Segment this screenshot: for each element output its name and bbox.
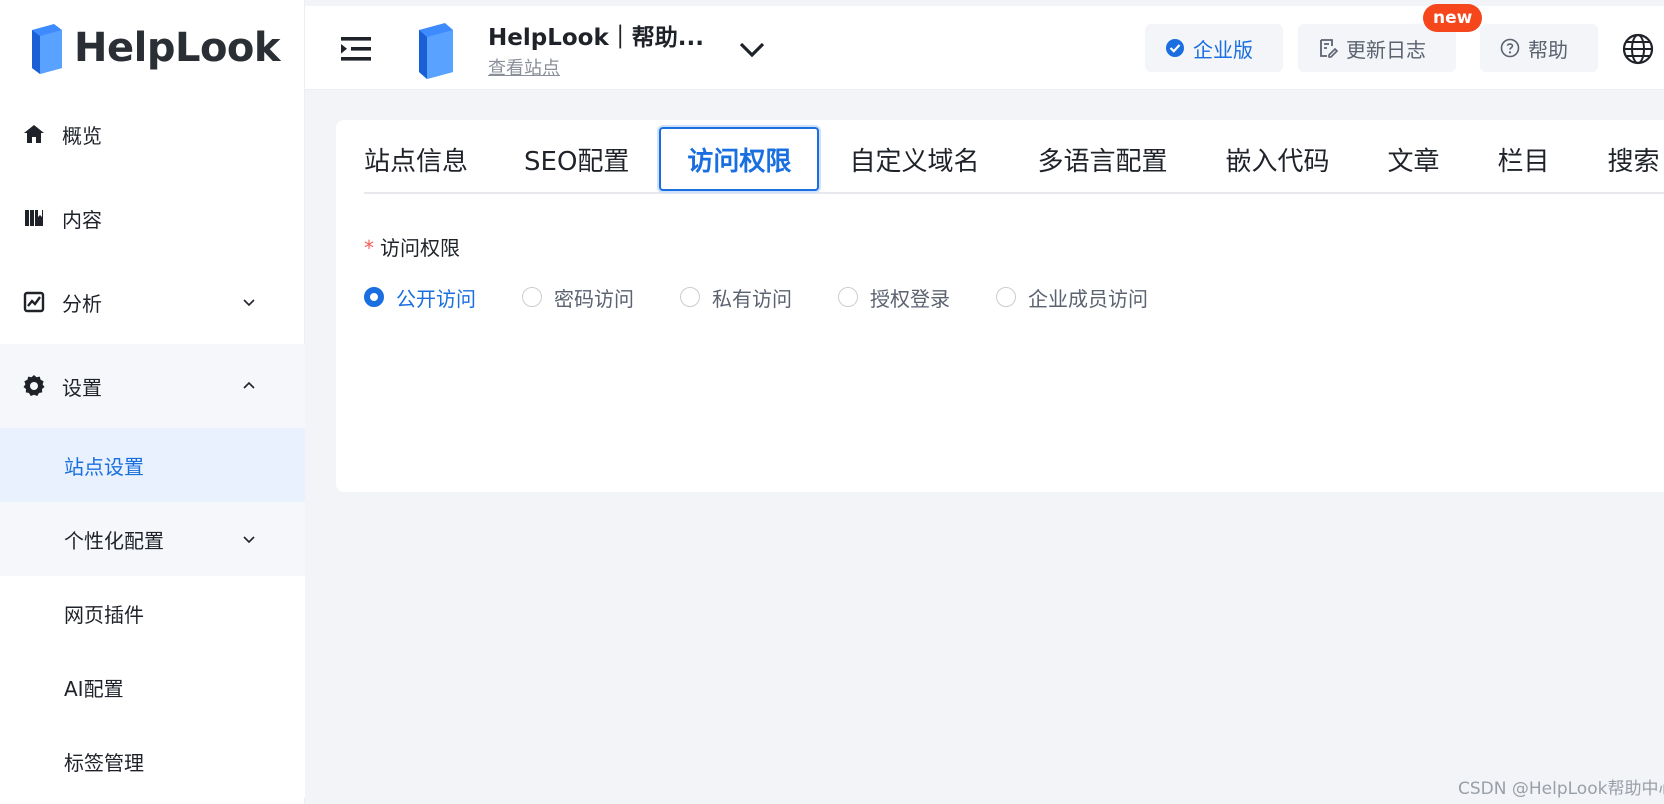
sidebar-item-analytics[interactable]: 分析 — [0, 260, 305, 344]
enterprise-button[interactable]: 企业版 — [1145, 24, 1283, 72]
tab-search[interactable]: 搜索 — [1608, 127, 1660, 191]
tab-columns[interactable]: 栏目 — [1498, 127, 1550, 191]
help-label: 帮助 — [1528, 37, 1568, 62]
radio-label: 公开访问 — [396, 286, 476, 311]
gear-icon — [22, 374, 46, 398]
radio-unchecked-icon — [838, 287, 858, 307]
sidebar-item-content[interactable]: 内容 — [0, 176, 305, 260]
sidebar-item-settings[interactable]: 设置 — [0, 344, 305, 428]
tab-articles[interactable]: 文章 — [1387, 127, 1439, 191]
check-circle-icon — [1166, 39, 1184, 57]
radio-label: 授权登录 — [870, 286, 950, 311]
sidebar-subitem-site-settings[interactable]: 站点设置 — [0, 428, 305, 502]
brand-name: HelpLook — [74, 25, 281, 71]
access-permission-text: 访问权限 — [380, 236, 460, 260]
watermark-text: CSDN @HelpLook帮助中心 — [1458, 779, 1664, 799]
tab-site-info[interactable]: 站点信息 — [364, 127, 468, 191]
chevron-down-icon — [243, 299, 255, 307]
chart-icon — [22, 290, 46, 314]
required-mark: * — [364, 236, 374, 260]
sidebar: HelpLook 概览 内容 分析 设置 站点设置 个性化配置 网页插件 AI配… — [0, 0, 305, 804]
chevron-up-icon — [243, 381, 255, 389]
tab-multi-language[interactable]: 多语言配置 — [1037, 127, 1167, 191]
sidebar-item-label: 内容 — [62, 207, 102, 232]
app-window: HelpLook 概览 内容 分析 设置 站点设置 个性化配置 网页插件 AI配… — [0, 0, 1664, 804]
view-site-link[interactable]: 查看站点 — [488, 54, 560, 80]
sidebar-subitem-label: AI配置 — [64, 676, 124, 701]
document-edit-icon — [1320, 39, 1338, 58]
sidebar-subitem-label: 标签管理 — [64, 750, 144, 775]
radio-authorized-login[interactable]: 授权登录 — [838, 283, 950, 312]
radio-unchecked-icon — [996, 287, 1016, 307]
sidebar-item-label: 概览 — [62, 123, 102, 148]
tab-embed-code[interactable]: 嵌入代码 — [1225, 127, 1329, 191]
radio-public-access[interactable]: 公开访问 — [364, 283, 476, 312]
sidebar-subitem-ai-config[interactable]: AI配置 — [0, 650, 305, 724]
chevron-down-icon — [243, 536, 255, 544]
settings-card: 站点信息 SEO配置 访问权限 自定义域名 多语言配置 嵌入代码 文章 栏目 搜… — [336, 120, 1664, 492]
radio-unchecked-icon — [680, 287, 700, 307]
settings-submenu: 站点设置 个性化配置 网页插件 AI配置 标签管理 — [0, 428, 305, 798]
helplook-logo-icon — [32, 24, 62, 74]
changelog-label: 更新日志 — [1346, 37, 1426, 62]
radio-enterprise-member-access[interactable]: 企业成员访问 — [996, 283, 1148, 312]
sidebar-item-label: 设置 — [62, 375, 102, 400]
sidebar-subitem-label: 个性化配置 — [64, 528, 164, 553]
sidebar-item-label: 分析 — [62, 291, 102, 316]
radio-password-access[interactable]: 密码访问 — [522, 283, 634, 312]
radio-unchecked-icon — [522, 287, 542, 307]
sidebar-subitem-web-plugin[interactable]: 网页插件 — [0, 576, 305, 650]
new-badge: new — [1423, 4, 1483, 32]
tab-seo[interactable]: SEO配置 — [524, 127, 629, 191]
menu-collapse-icon[interactable] — [339, 34, 373, 64]
tab-access-permission[interactable]: 访问权限 — [659, 127, 820, 191]
radio-label: 密码访问 — [554, 286, 634, 311]
sidebar-item-overview[interactable]: 概览 — [0, 92, 305, 176]
sidebar-subitem-label: 网页插件 — [64, 602, 144, 627]
help-circle-icon — [1500, 38, 1520, 58]
radio-label: 私有访问 — [712, 286, 792, 311]
globe-icon[interactable] — [1621, 32, 1655, 66]
top-header: HelpLook｜帮助... 查看站点 企业版 更新日志 new 帮助 — [305, 4, 1664, 90]
radio-private-access[interactable]: 私有访问 — [680, 283, 792, 312]
tab-custom-domain[interactable]: 自定义域名 — [849, 127, 979, 191]
book-icon — [22, 206, 46, 230]
sidebar-subitem-label: 站点设置 — [64, 454, 144, 479]
sidebar-nav: 概览 内容 分析 设置 站点设置 个性化配置 网页插件 AI配置 标签管理 — [0, 92, 305, 798]
access-radio-group: 公开访问 密码访问 私有访问 授权登录 企业成员访问 — [364, 280, 1148, 314]
settings-tabs: 站点信息 SEO配置 访问权限 自定义域名 多语言配置 嵌入代码 文章 栏目 搜… — [364, 126, 1664, 194]
sidebar-subitem-tag-management[interactable]: 标签管理 — [0, 724, 305, 798]
home-icon — [22, 122, 46, 146]
site-logo-icon — [419, 23, 453, 79]
site-title: HelpLook｜帮助... — [488, 25, 704, 51]
access-permission-label: * 访问权限 — [364, 232, 460, 261]
brand-logo[interactable]: HelpLook — [28, 18, 281, 78]
chevron-down-icon[interactable] — [737, 36, 767, 62]
help-button[interactable]: 帮助 — [1480, 24, 1598, 72]
radio-checked-icon — [364, 287, 384, 307]
sidebar-subitem-personalization[interactable]: 个性化配置 — [0, 502, 305, 576]
enterprise-label: 企业版 — [1193, 37, 1253, 62]
radio-label: 企业成员访问 — [1028, 286, 1148, 311]
